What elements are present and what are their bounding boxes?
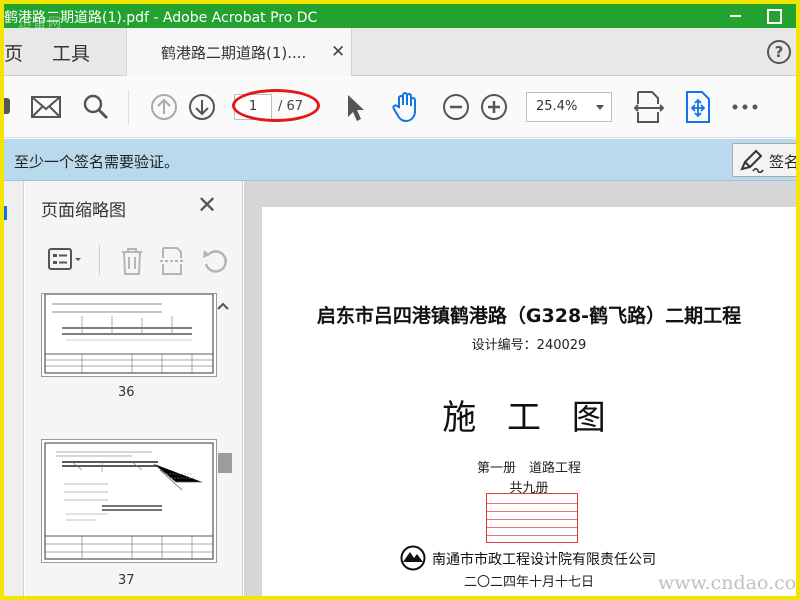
signature-notification-bar: 至少一个签名需要验证。 签名 — [4, 139, 796, 181]
tab-document[interactable]: 鹤港路二期道路(1).... ✕ — [126, 28, 352, 76]
thumbnail-page-number: 36 — [118, 385, 135, 400]
zoom-out-icon[interactable] — [442, 93, 470, 121]
signature-panel-button[interactable]: 签名 — [732, 143, 796, 177]
options-menu-button[interactable] — [47, 246, 87, 274]
page-up-icon[interactable] — [150, 93, 178, 121]
thumbnail-scrollbar[interactable] — [215, 293, 233, 596]
drawing-preview — [44, 293, 214, 374]
design-seal-stamp — [486, 493, 578, 543]
page-down-icon[interactable] — [188, 93, 216, 121]
volume-label: 第一册 道路工程 — [476, 461, 581, 476]
page-thumbnail[interactable] — [41, 293, 217, 377]
thumbnail-list: 36 37 — [25, 293, 243, 596]
list-options-icon — [48, 248, 81, 270]
search-icon[interactable] — [82, 93, 110, 121]
select-cursor-icon[interactable] — [344, 93, 366, 123]
page-thumbnails-panel: 页面缩略图 ✕ 36 37 — [25, 181, 243, 596]
drawing-type: 施 工 图 — [442, 398, 616, 438]
signature-button-label: 签名 — [769, 153, 796, 171]
document-view: 启东市吕四港镇鹤港路（G328-鹤飞路）二期工程 设计编号：240029 施 工… — [244, 181, 796, 596]
maximize-button[interactable] — [764, 6, 784, 24]
zoom-in-icon[interactable] — [480, 93, 508, 121]
design-code: 设计编号：240029 — [471, 338, 587, 353]
main-toolbar: 1 / 67 25.4% — [4, 76, 796, 138]
minimize-button[interactable] — [726, 6, 746, 24]
highlight-circle — [232, 89, 320, 122]
save-icon[interactable] — [4, 98, 10, 114]
acrobat-window: 鹤港路二期道路(1).pdf - Adobe Acrobat Pro DC 迅雷… — [4, 4, 796, 596]
pdf-page: 启东市吕四港镇鹤港路（G328-鹤飞路）二期工程 设计编号：240029 施 工… — [262, 207, 796, 596]
project-title: 启东市吕四港镇鹤港路（G328-鹤飞路）二期工程 — [316, 305, 742, 327]
zoom-select[interactable]: 25.4% — [526, 92, 612, 122]
thumbnail-page-number: 37 — [118, 573, 135, 588]
company-logo — [400, 545, 426, 571]
title-bar: 鹤港路二期道路(1).pdf - Adobe Acrobat Pro DC 迅雷… — [4, 4, 796, 31]
close-tab-icon[interactable]: ✕ — [331, 42, 345, 62]
company-name: 南通市市政工程设计院有限责任公司 — [432, 552, 656, 568]
toolbar-divider — [128, 90, 129, 124]
scroll-mode-icon[interactable] — [684, 90, 712, 124]
navigation-pane-strip — [4, 181, 24, 596]
trash-icon[interactable] — [119, 246, 145, 276]
scrollbar-thumb[interactable] — [218, 453, 232, 473]
tab-home[interactable]: 页 — [4, 39, 23, 66]
site-watermark-bottom: www.cndao.com — [658, 572, 796, 594]
tab-document-label: 鹤港路二期道路(1).... — [161, 44, 307, 62]
help-icon[interactable]: ? — [767, 40, 791, 64]
tab-bar: 页 工具 鹤港路二期道路(1).... ✕ ? — [4, 28, 796, 76]
fit-page-icon[interactable] — [634, 90, 664, 124]
thumbnail-toolbar — [25, 239, 243, 283]
active-pane-marker — [4, 206, 7, 220]
hand-icon[interactable] — [390, 90, 424, 124]
chevron-up-icon[interactable] — [216, 301, 230, 311]
signature-message: 至少一个签名需要验证。 — [14, 153, 180, 171]
drawing-preview — [44, 442, 214, 560]
zoom-value: 25.4% — [536, 99, 578, 114]
panel-title: 页面缩略图 — [41, 201, 126, 221]
rotate-icon[interactable] — [201, 247, 229, 275]
toolbar-divider — [99, 245, 100, 275]
close-panel-icon[interactable]: ✕ — [197, 191, 217, 219]
tab-tools[interactable]: 工具 — [52, 39, 90, 66]
stamp-line — [487, 534, 577, 544]
more-icon[interactable] — [732, 104, 758, 110]
extract-pages-icon[interactable] — [159, 246, 187, 276]
mail-icon[interactable] — [30, 94, 62, 120]
chevron-down-icon — [596, 105, 604, 110]
signature-pen-icon — [740, 149, 764, 173]
page-thumbnail[interactable] — [41, 439, 217, 563]
